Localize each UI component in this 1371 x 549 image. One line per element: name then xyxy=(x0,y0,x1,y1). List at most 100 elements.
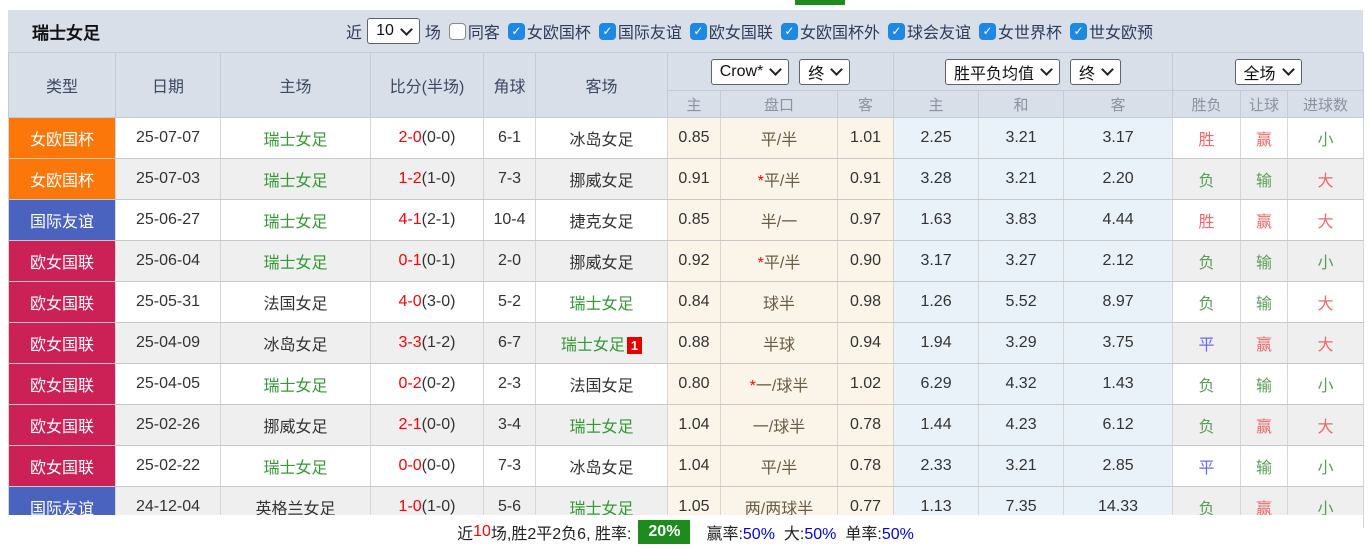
halftime-score: (1-0) xyxy=(421,498,456,515)
average-period-select[interactable]: 终 xyxy=(1070,58,1122,85)
avg-away-cell: 6.12 xyxy=(1063,404,1174,446)
date-cell: 25-06-04 xyxy=(115,240,221,282)
average-select[interactable]: 胜平负均值 xyxy=(945,58,1061,85)
avg-home-cell: 1.26 xyxy=(893,281,980,323)
checkbox-icon[interactable] xyxy=(978,22,996,40)
home-team-cell: 瑞士女足 xyxy=(220,199,371,241)
corner-cell: 2-3 xyxy=(483,363,536,405)
scope-value: 全场 xyxy=(1243,65,1276,83)
page: 瑞士女足 近 10 场 同客 女欧国杯 国际友谊 欧女国联 xyxy=(0,0,1371,549)
avg-away-cell: 2.12 xyxy=(1063,240,1174,282)
match-row: 欧女国联 25-02-26 挪威女足 2-1(0-0) 3-4 瑞士女足 1.0… xyxy=(8,404,1365,446)
away-team-cell: 捷克女足 xyxy=(535,199,668,241)
handicap-text: 半/一 xyxy=(760,214,798,231)
recent-label: 近 xyxy=(346,25,363,42)
scope-select[interactable]: 全场 xyxy=(1234,58,1302,85)
fulltime-score: 2-1 xyxy=(398,416,422,433)
away-odds-cell: 0.98 xyxy=(836,281,895,323)
corner-cell: 3-4 xyxy=(483,404,536,446)
competition-filter[interactable]: 欧女国联 xyxy=(689,19,773,43)
competition-filter[interactable]: 国际友谊 xyxy=(598,19,682,43)
date-cell: 25-04-05 xyxy=(115,363,221,405)
halftime-score: (1-2) xyxy=(421,334,456,351)
avg-draw-cell: 4.32 xyxy=(978,363,1065,405)
col-header-score: 比分(半场) xyxy=(370,52,484,118)
top-green-indicator xyxy=(795,0,845,5)
bookmaker-period-value: 终 xyxy=(808,65,825,83)
checkbox-icon[interactable] xyxy=(780,22,798,40)
fulltime-score: 2-0 xyxy=(398,129,422,146)
result-cell: 胜 xyxy=(1172,117,1242,159)
competition-badge: 欧女国联 xyxy=(8,445,116,487)
checkbox-icon[interactable] xyxy=(507,22,525,40)
filter-controls: 近 10 场 同客 女欧国杯 国际友谊 欧女国联 女欧国杯外 xyxy=(346,18,1153,44)
corner-cell: 5-2 xyxy=(483,281,536,323)
handicap-result-cell: 赢 xyxy=(1240,117,1289,159)
competition-badge: 欧女国联 xyxy=(8,281,116,323)
match-row: 欧女国联 25-04-05 瑞士女足 0-2(0-2) 2-3 法国女足 0.8… xyxy=(8,363,1365,405)
competition-filter[interactable]: 女欧国杯 xyxy=(507,19,591,43)
recent-count-select[interactable]: 10 xyxy=(367,18,420,44)
summary-prefix: 近 xyxy=(457,526,474,543)
fulltime-score: 0-0 xyxy=(398,457,422,474)
home-team-cell: 瑞士女足 xyxy=(220,158,371,200)
handicap-result-cell: 输 xyxy=(1240,281,1289,323)
col-header-corner: 角球 xyxy=(483,52,536,118)
date-cell: 25-07-03 xyxy=(115,158,221,200)
bookmaker-select[interactable]: Crow* xyxy=(710,58,790,85)
subheader-handicap: 盘口 xyxy=(720,90,838,118)
away-odds-cell: 0.78 xyxy=(836,445,895,487)
goals-result-cell: 大 xyxy=(1287,158,1365,200)
score-cell: 0-2(0-2) xyxy=(370,363,484,405)
date-cell: 25-07-07 xyxy=(115,117,221,159)
avg-away-cell: 3.17 xyxy=(1063,117,1174,159)
fulltime-score: 1-2 xyxy=(398,170,422,187)
competition-filter[interactable]: 球会友谊 xyxy=(887,19,971,43)
date-cell: 25-05-31 xyxy=(115,281,221,323)
checkbox-icon[interactable] xyxy=(689,22,707,40)
home-team: 冰岛女足 xyxy=(263,337,328,354)
result-cell: 胜 xyxy=(1172,199,1242,241)
checkbox-icon[interactable] xyxy=(1069,22,1087,40)
subheader-result: 胜负 xyxy=(1172,90,1242,118)
score-cell: 4-1(2-1) xyxy=(370,199,484,241)
competition-filter-label: 女欧国杯 xyxy=(526,25,591,42)
home-team-cell: 瑞士女足 xyxy=(220,445,371,487)
handicap-group-header: Crow* 终 xyxy=(666,52,895,91)
subheader-avg-home: 主 xyxy=(893,90,980,118)
chevron-down-icon xyxy=(830,63,844,76)
competition-filter[interactable]: 女欧国杯外 xyxy=(780,19,880,43)
handicap-text: 平/半 xyxy=(760,132,798,149)
competition-filter[interactable]: 世女欧预 xyxy=(1069,19,1153,43)
halftime-score: (1-0) xyxy=(421,170,456,187)
chevron-down-icon xyxy=(1101,63,1114,76)
date-cell: 25-02-22 xyxy=(115,445,221,487)
goals-result-cell: 大 xyxy=(1287,322,1365,364)
checkbox-icon[interactable] xyxy=(448,22,466,40)
recent-count-value: 10 xyxy=(376,22,394,39)
away-team: 法国女足 xyxy=(569,378,634,395)
subheader-odds-home: 主 xyxy=(667,90,721,118)
corner-cell: 6-7 xyxy=(483,322,536,364)
halftime-score: (0-0) xyxy=(421,129,456,146)
topbar: 瑞士女足 近 10 场 同客 女欧国杯 国际友谊 欧女国联 xyxy=(8,10,1363,53)
avg-away-cell: 8.97 xyxy=(1063,281,1174,323)
competition-filter[interactable]: 女世界杯 xyxy=(978,19,1062,43)
away-team-cell: 挪威女足 xyxy=(535,240,668,282)
avg-away-cell: 3.75 xyxy=(1063,322,1174,364)
handicap-cell: 球半 xyxy=(720,281,838,323)
home-team: 瑞士女足 xyxy=(263,173,328,190)
avg-home-cell: 1.63 xyxy=(893,199,980,241)
same-away-filter[interactable]: 同客 xyxy=(448,19,500,43)
fulltime-score: 0-2 xyxy=(398,375,422,392)
away-team-cell: 冰岛女足 xyxy=(535,445,668,487)
bookmaker-period-select[interactable]: 终 xyxy=(799,58,851,85)
avg-draw-cell: 5.52 xyxy=(978,281,1065,323)
home-team: 挪威女足 xyxy=(263,419,328,436)
checkbox-icon[interactable] xyxy=(598,22,616,40)
competition-badge: 欧女国联 xyxy=(8,363,116,405)
chevron-down-icon xyxy=(1040,63,1053,76)
checkbox-icon[interactable] xyxy=(887,22,905,40)
away-team: 冰岛女足 xyxy=(569,132,634,149)
avg-home-cell: 3.17 xyxy=(893,240,980,282)
